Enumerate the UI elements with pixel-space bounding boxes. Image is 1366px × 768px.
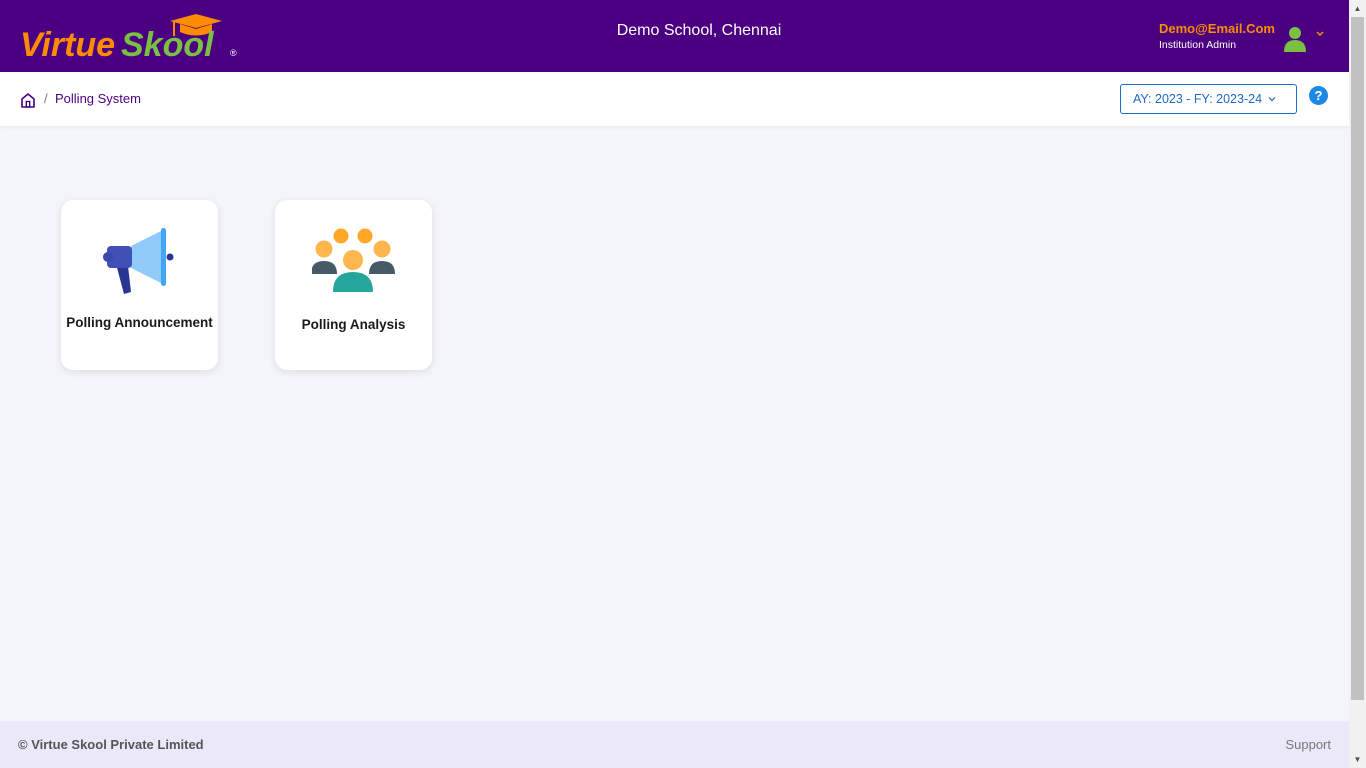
support-link[interactable]: Support [1285, 737, 1331, 752]
chevron-down-icon [1268, 97, 1276, 102]
people-group-icon [311, 224, 396, 296]
help-icon[interactable]: ? [1309, 86, 1328, 105]
breadcrumb-current: Polling System [55, 91, 141, 106]
page-footer: © Virtue Skool Private Limited Support [0, 721, 1349, 768]
scroll-down-arrow-icon[interactable]: ▼ [1349, 751, 1366, 768]
copyright-text: © Virtue Skool Private Limited [18, 737, 204, 752]
card-label: Polling Announcement [66, 315, 213, 330]
polling-analysis-card[interactable]: Polling Analysis [275, 200, 432, 370]
breadcrumb: / Polling System AY: 2023 - FY: 2023-24 … [0, 72, 1349, 126]
academic-year-value: AY: 2023 - FY: 2023-24 [1133, 92, 1263, 106]
megaphone-icon [98, 224, 182, 296]
user-email: Demo@Email.Com [1159, 21, 1275, 36]
logo-registered-mark: ® [230, 48, 237, 58]
scrollbar-thumb[interactable] [1351, 17, 1364, 700]
user-role: Institution Admin [1159, 39, 1237, 51]
user-avatar-icon[interactable] [1283, 25, 1307, 53]
top-header: Virtue Skool ® Demo School, Chennai Demo… [0, 0, 1349, 72]
user-info[interactable]: Demo@Email.Com Institution Admin [1159, 21, 1275, 51]
vertical-scrollbar[interactable]: ▲ ▼ [1349, 0, 1366, 768]
academic-year-select[interactable]: AY: 2023 - FY: 2023-24 [1120, 84, 1297, 114]
user-menu-chevron-down-icon[interactable] [1314, 26, 1326, 36]
breadcrumb-separator: / [44, 91, 48, 106]
polling-announcement-card[interactable]: Polling Announcement [61, 200, 218, 370]
scroll-up-arrow-icon[interactable]: ▲ [1349, 0, 1366, 17]
card-label: Polling Analysis [301, 317, 406, 332]
home-icon[interactable] [19, 91, 37, 109]
